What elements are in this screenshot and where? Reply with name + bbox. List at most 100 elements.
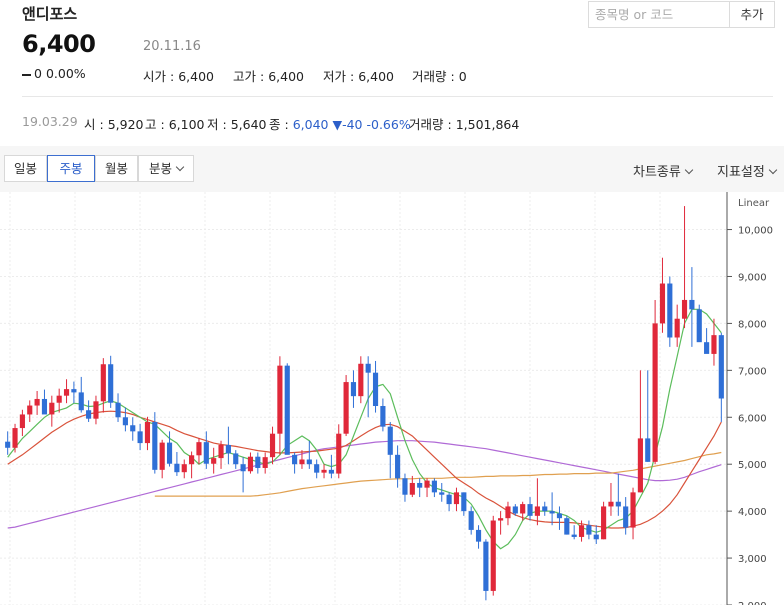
candle-body <box>490 520 496 591</box>
candle-body <box>56 395 62 403</box>
candle-body <box>674 318 680 338</box>
candle-body <box>5 441 11 448</box>
candle-body <box>468 511 474 530</box>
candle-body <box>534 506 540 516</box>
candle-body <box>380 406 386 427</box>
candle-body <box>152 421 158 470</box>
candle-down <box>233 450 239 469</box>
candle-body <box>645 438 651 462</box>
candle-down <box>350 370 357 408</box>
candle-down <box>718 332 724 422</box>
candle-up <box>34 390 40 415</box>
candle-up <box>652 299 658 465</box>
low-label: 저가 <box>323 69 347 84</box>
candle-up <box>681 206 688 329</box>
indicator-settings-menu[interactable]: 지표설정 <box>717 161 778 180</box>
candle-body <box>395 454 401 479</box>
candle-body <box>718 335 724 399</box>
candle-body <box>615 501 621 507</box>
candle-down <box>122 407 128 432</box>
hover-volume: 거래량 : 1,501,864 <box>409 117 520 132</box>
hover-open-label: 시 <box>84 117 96 132</box>
hover-high: 고 : 6,100 <box>145 117 205 132</box>
candle-up <box>277 356 283 455</box>
candle-body <box>71 389 77 393</box>
candle-body <box>181 464 187 473</box>
candle-body <box>593 534 599 540</box>
hover-open-value: 5,920 <box>107 117 144 132</box>
chart-type-menu[interactable]: 차트종류 <box>633 161 694 180</box>
tab-minute[interactable]: 분봉 <box>138 155 194 182</box>
candle-body <box>483 541 489 591</box>
y-tick-label: 2,000 <box>738 601 767 605</box>
hover-date: 19.03.29 <box>22 114 78 129</box>
candle-body <box>130 425 136 432</box>
volume-label: 거래량 <box>412 69 447 84</box>
candle-down <box>704 328 710 354</box>
low-value: 6,400 <box>358 69 394 84</box>
candle-down <box>314 459 320 479</box>
candle-up <box>498 511 504 535</box>
candle-down <box>387 421 393 479</box>
candle-body <box>78 392 84 411</box>
candle-down <box>284 363 290 455</box>
tab-daily[interactable]: 일봉 <box>4 155 47 182</box>
candle-up <box>321 464 327 479</box>
candle-up <box>56 388 62 413</box>
candle-body <box>306 459 312 465</box>
ma60-line <box>154 451 722 497</box>
candle-down <box>417 478 423 498</box>
candle-down <box>564 515 570 535</box>
candle-down <box>615 473 621 516</box>
candle-body <box>189 455 195 465</box>
candle-up <box>343 375 349 437</box>
candle-body <box>424 480 430 488</box>
hover-volume-value: 1,501,864 <box>455 117 520 132</box>
ma20-line <box>7 410 722 529</box>
stock-search-input[interactable] <box>595 3 723 26</box>
hover-close-value: 6,040 <box>292 117 329 132</box>
candle-down <box>365 356 371 418</box>
candle-down <box>395 445 401 488</box>
candle-body <box>269 433 276 458</box>
unchanged-icon <box>22 73 31 76</box>
open-price: 시가 : 6,400 <box>143 69 214 84</box>
candle-body <box>122 417 128 426</box>
candle-body <box>174 463 180 473</box>
tab-minute-label: 분봉 <box>148 161 172 176</box>
candle-down <box>556 506 563 530</box>
candle-body <box>328 469 334 474</box>
candle-body <box>556 513 563 519</box>
candle-body <box>41 398 48 415</box>
candle-up <box>630 487 636 540</box>
hover-change-value: ▼-40 <box>332 117 363 132</box>
candle-down <box>240 457 246 493</box>
add-button[interactable]: 추가 <box>729 1 775 28</box>
candlestick-chart[interactable]: Linear 10,000 9,000 8,000 7,000 6,000 5,000 4,… <box>0 192 784 605</box>
candle-down <box>431 478 437 498</box>
candle-body <box>659 283 666 324</box>
chart-type-label: 차트종류 <box>633 165 681 180</box>
stock-name: 앤디포스 <box>22 5 78 23</box>
candle-body <box>549 511 555 514</box>
tab-monthly[interactable]: 월봉 <box>95 155 138 182</box>
candle-body <box>475 529 482 542</box>
candle-up <box>674 304 680 347</box>
y-tick-label: 4,000 <box>738 507 767 518</box>
candle-up <box>601 501 607 540</box>
stock-search-box[interactable] <box>588 1 730 28</box>
candle-body <box>262 457 268 468</box>
volume-value: 0 <box>458 69 467 84</box>
candle-body <box>115 402 121 418</box>
candle-body <box>63 389 70 396</box>
candle-down <box>667 276 673 347</box>
candle-body <box>314 464 320 473</box>
candle-body <box>409 482 415 495</box>
candle-body <box>240 464 246 472</box>
candle-down <box>542 501 548 516</box>
candle-up <box>453 487 460 512</box>
candle-down <box>586 520 592 540</box>
candle-body <box>446 494 452 505</box>
candle-down <box>292 452 298 474</box>
tab-weekly[interactable]: 주봉 <box>47 155 95 182</box>
